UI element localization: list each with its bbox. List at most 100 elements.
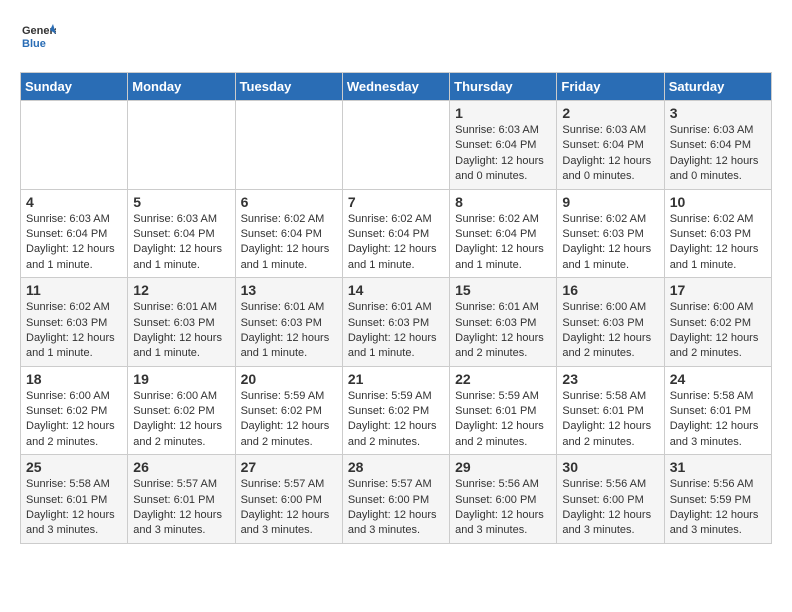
week-row-3: 11 Sunrise: 6:02 AMSunset: 6:03 PMDayligh… — [21, 278, 772, 367]
calendar-cell: 8 Sunrise: 6:02 AMSunset: 6:04 PMDaylight… — [450, 189, 557, 278]
day-number: 5 — [133, 194, 229, 210]
day-number: 9 — [562, 194, 658, 210]
day-info: Sunrise: 6:03 AMSunset: 6:04 PMDaylight:… — [26, 213, 115, 271]
day-info: Sunrise: 6:02 AMSunset: 6:04 PMDaylight:… — [348, 213, 437, 271]
calendar-cell: 20 Sunrise: 5:59 AMSunset: 6:02 PMDayligh… — [235, 366, 342, 455]
day-info: Sunrise: 6:00 AMSunset: 6:02 PMDaylight:… — [26, 390, 115, 448]
day-number: 17 — [670, 282, 766, 298]
day-info: Sunrise: 5:58 AMSunset: 6:01 PMDaylight:… — [670, 390, 759, 448]
calendar-cell: 5 Sunrise: 6:03 AMSunset: 6:04 PMDaylight… — [128, 189, 235, 278]
day-number: 2 — [562, 105, 658, 121]
day-number: 28 — [348, 459, 444, 475]
weekday-monday: Monday — [128, 73, 235, 101]
day-number: 25 — [26, 459, 122, 475]
day-info: Sunrise: 6:02 AMSunset: 6:04 PMDaylight:… — [455, 213, 544, 271]
day-info: Sunrise: 5:56 AMSunset: 5:59 PMDaylight:… — [670, 478, 759, 536]
weekday-thursday: Thursday — [450, 73, 557, 101]
calendar-cell: 10 Sunrise: 6:02 AMSunset: 6:03 PMDayligh… — [664, 189, 771, 278]
day-number: 24 — [670, 371, 766, 387]
calendar-cell: 3 Sunrise: 6:03 AMSunset: 6:04 PMDaylight… — [664, 101, 771, 190]
calendar-cell: 15Sunrise: 6:01 AMSunset: 6:03 PMDayligh… — [450, 278, 557, 367]
calendar-cell: 7 Sunrise: 6:02 AMSunset: 6:04 PMDaylight… — [342, 189, 449, 278]
day-info: Sunrise: 6:00 AMSunset: 6:02 PMDaylight:… — [133, 390, 222, 448]
calendar-cell: 31Sunrise: 5:56 AMSunset: 5:59 PMDayligh… — [664, 455, 771, 544]
calendar-cell: 25 Sunrise: 5:58 AMSunset: 6:01 PMDayligh… — [21, 455, 128, 544]
calendar-cell: 16 Sunrise: 6:00 AMSunset: 6:03 PMDayligh… — [557, 278, 664, 367]
day-number: 26 — [133, 459, 229, 475]
week-row-1: 1 Sunrise: 6:03 AMSunset: 6:04 PMDaylight… — [21, 101, 772, 190]
weekday-wednesday: Wednesday — [342, 73, 449, 101]
svg-text:Blue: Blue — [22, 38, 46, 50]
day-info: Sunrise: 6:03 AMSunset: 6:04 PMDaylight:… — [133, 213, 222, 271]
day-number: 7 — [348, 194, 444, 210]
day-number: 4 — [26, 194, 122, 210]
day-info: Sunrise: 6:00 AMSunset: 6:03 PMDaylight:… — [562, 301, 651, 359]
calendar-cell: 22 Sunrise: 5:59 AMSunset: 6:01 PMDayligh… — [450, 366, 557, 455]
day-info: Sunrise: 5:56 AMSunset: 6:00 PMDaylight:… — [562, 478, 651, 536]
day-number: 21 — [348, 371, 444, 387]
calendar-cell — [128, 101, 235, 190]
day-info: Sunrise: 6:02 AMSunset: 6:03 PMDaylight:… — [562, 213, 651, 271]
week-row-4: 18 Sunrise: 6:00 AMSunset: 6:02 PMDayligh… — [21, 366, 772, 455]
day-number: 3 — [670, 105, 766, 121]
weekday-header-row: SundayMondayTuesdayWednesdayThursdayFrid… — [21, 73, 772, 101]
day-number: 11 — [26, 282, 122, 298]
calendar-cell: 9 Sunrise: 6:02 AMSunset: 6:03 PMDaylight… — [557, 189, 664, 278]
day-number: 6 — [241, 194, 337, 210]
calendar-cell — [21, 101, 128, 190]
svg-text:General: General — [22, 25, 56, 37]
calendar-cell: 30Sunrise: 5:56 AMSunset: 6:00 PMDayligh… — [557, 455, 664, 544]
day-info: Sunrise: 5:56 AMSunset: 6:00 PMDaylight:… — [455, 478, 544, 536]
calendar-cell: 14Sunrise: 6:01 AMSunset: 6:03 PMDayligh… — [342, 278, 449, 367]
calendar-cell: 13 Sunrise: 6:01 AMSunset: 6:03 PMDayligh… — [235, 278, 342, 367]
day-number: 12 — [133, 282, 229, 298]
calendar-cell: 19 Sunrise: 6:00 AMSunset: 6:02 PMDayligh… — [128, 366, 235, 455]
weekday-sunday: Sunday — [21, 73, 128, 101]
day-info: Sunrise: 5:58 AMSunset: 6:01 PMDaylight:… — [562, 390, 651, 448]
day-info: Sunrise: 6:01 AMSunset: 6:03 PMDaylight:… — [348, 301, 437, 359]
day-info: Sunrise: 6:02 AMSunset: 6:03 PMDaylight:… — [670, 213, 759, 271]
day-info: Sunrise: 5:59 AMSunset: 6:02 PMDaylight:… — [348, 390, 437, 448]
calendar-cell: 28 Sunrise: 5:57 AMSunset: 6:00 PMDayligh… — [342, 455, 449, 544]
weekday-saturday: Saturday — [664, 73, 771, 101]
day-info: Sunrise: 6:00 AMSunset: 6:02 PMDaylight:… — [670, 301, 759, 359]
calendar-cell — [235, 101, 342, 190]
day-number: 22 — [455, 371, 551, 387]
day-info: Sunrise: 5:59 AMSunset: 6:02 PMDaylight:… — [241, 390, 330, 448]
week-row-2: 4 Sunrise: 6:03 AMSunset: 6:04 PMDaylight… — [21, 189, 772, 278]
day-info: Sunrise: 6:03 AMSunset: 6:04 PMDaylight:… — [670, 124, 759, 182]
day-info: Sunrise: 6:01 AMSunset: 6:03 PMDaylight:… — [133, 301, 222, 359]
day-info: Sunrise: 5:57 AMSunset: 6:00 PMDaylight:… — [348, 478, 437, 536]
day-info: Sunrise: 6:02 AMSunset: 6:03 PMDaylight:… — [26, 301, 115, 359]
day-number: 19 — [133, 371, 229, 387]
day-info: Sunrise: 5:58 AMSunset: 6:01 PMDaylight:… — [26, 478, 115, 536]
day-info: Sunrise: 6:01 AMSunset: 6:03 PMDaylight:… — [241, 301, 330, 359]
day-number: 16 — [562, 282, 658, 298]
day-number: 20 — [241, 371, 337, 387]
day-info: Sunrise: 6:03 AMSunset: 6:04 PMDaylight:… — [455, 124, 544, 182]
calendar-cell: 27Sunrise: 5:57 AMSunset: 6:00 PMDayligh… — [235, 455, 342, 544]
calendar-cell: 1 Sunrise: 6:03 AMSunset: 6:04 PMDaylight… — [450, 101, 557, 190]
calendar-cell: 17 Sunrise: 6:00 AMSunset: 6:02 PMDayligh… — [664, 278, 771, 367]
calendar-cell: 23Sunrise: 5:58 AMSunset: 6:01 PMDayligh… — [557, 366, 664, 455]
calendar-cell — [342, 101, 449, 190]
day-number: 10 — [670, 194, 766, 210]
calendar-cell: 21 Sunrise: 5:59 AMSunset: 6:02 PMDayligh… — [342, 366, 449, 455]
day-number: 1 — [455, 105, 551, 121]
day-number: 27 — [241, 459, 337, 475]
day-number: 15 — [455, 282, 551, 298]
week-row-5: 25 Sunrise: 5:58 AMSunset: 6:01 PMDayligh… — [21, 455, 772, 544]
calendar-cell: 29Sunrise: 5:56 AMSunset: 6:00 PMDayligh… — [450, 455, 557, 544]
calendar-cell: 11 Sunrise: 6:02 AMSunset: 6:03 PMDayligh… — [21, 278, 128, 367]
day-info: Sunrise: 6:02 AMSunset: 6:04 PMDaylight:… — [241, 213, 330, 271]
calendar-table: SundayMondayTuesdayWednesdayThursdayFrid… — [20, 72, 772, 544]
day-number: 8 — [455, 194, 551, 210]
day-number: 18 — [26, 371, 122, 387]
day-info: Sunrise: 5:59 AMSunset: 6:01 PMDaylight:… — [455, 390, 544, 448]
day-info: Sunrise: 6:03 AMSunset: 6:04 PMDaylight:… — [562, 124, 651, 182]
calendar-cell: 26Sunrise: 5:57 AMSunset: 6:01 PMDayligh… — [128, 455, 235, 544]
day-number: 13 — [241, 282, 337, 298]
logo: General Blue — [20, 20, 56, 56]
calendar-cell: 18 Sunrise: 6:00 AMSunset: 6:02 PMDayligh… — [21, 366, 128, 455]
logo-svg: General Blue — [20, 20, 56, 56]
